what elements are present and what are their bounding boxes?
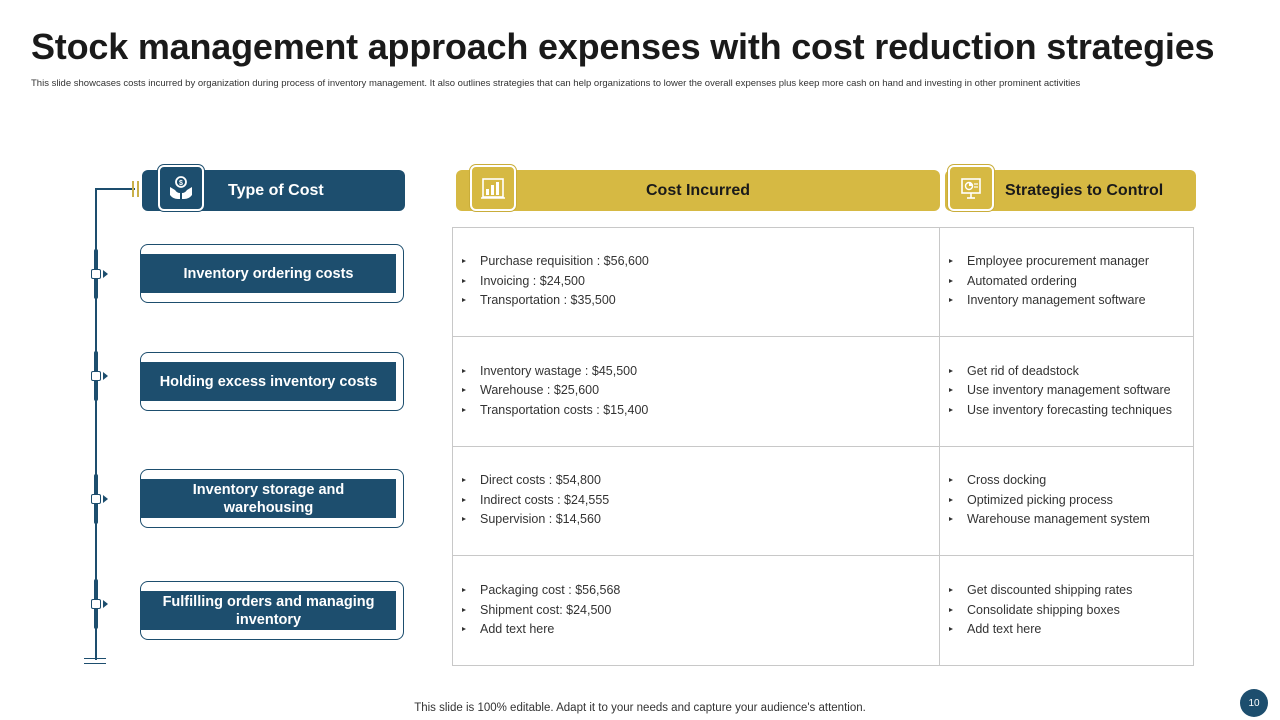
building-chart-icon [470, 165, 516, 211]
strategy-cell-4: Get discounted shipping rates Consolidat… [939, 555, 1194, 666]
row-type-1: Inventory ordering costs [140, 244, 404, 303]
cost-cell-3: Direct costs : $54,800 Indirect costs : … [452, 446, 939, 555]
strategy-cell-1: Employee procurement manager Automated o… [939, 227, 1194, 336]
row-type-label: Fulfilling orders and managing inventory [141, 591, 396, 630]
list-item: Packaging cost : $56,568 [452, 581, 620, 601]
cost-cell-4: Packaging cost : $56,568 Shipment cost: … [452, 555, 939, 666]
list-item: Add text here [939, 620, 1132, 640]
presentation-board-icon [948, 165, 994, 211]
list-item: Warehouse : $25,600 [452, 381, 648, 401]
strategy-cell-2: Get rid of deadstock Use inventory manag… [939, 336, 1179, 446]
footer-note: This slide is 100% editable. Adapt it to… [414, 702, 866, 714]
list-item: Transportation : $35,500 [452, 291, 649, 311]
list-item: Warehouse management system [939, 510, 1150, 530]
header-type-label: Type of Cost [228, 182, 324, 199]
row-type-2: Holding excess inventory costs [140, 352, 404, 411]
page-subtitle: This slide showcases costs incurred by o… [31, 78, 1081, 89]
cost-cell-1: Purchase requisition : $56,600 Invoicing… [452, 227, 939, 336]
list-item: Employee procurement manager [939, 252, 1149, 272]
header-strategies: Strategies to Control [945, 165, 1196, 211]
page-title: Stock management approach expenses with … [31, 26, 1215, 67]
list-item: Direct costs : $54,800 [452, 471, 609, 491]
row-type-3: Inventory storage and warehousing [140, 469, 404, 528]
list-item: Cross docking [939, 471, 1150, 491]
page-number-badge: 10 [1240, 689, 1268, 717]
list-item: Automated ordering [939, 272, 1149, 292]
list-item: Get discounted shipping rates [939, 581, 1132, 601]
list-item: Inventory management software [939, 291, 1149, 311]
row-type-4: Fulfilling orders and managing inventory [140, 581, 404, 640]
strategy-cell-3: Cross docking Optimized picking process … [939, 446, 1194, 555]
header-strategies-label: Strategies to Control [1005, 182, 1164, 199]
list-item: Use inventory forecasting techniques [939, 401, 1172, 421]
timeline-node-2 [91, 351, 136, 401]
list-item: Optimized picking process [939, 491, 1150, 511]
list-item: Consolidate shipping boxes [939, 601, 1132, 621]
list-item: Shipment cost: $24,500 [452, 601, 620, 621]
list-item: Use inventory management software [939, 381, 1172, 401]
svg-text:$: $ [179, 180, 183, 187]
list-item: Get rid of deadstock [939, 362, 1172, 382]
list-item: Invoicing : $24,500 [452, 272, 649, 292]
list-item: Purchase requisition : $56,600 [452, 252, 649, 272]
cost-cell-2: Inventory wastage : $45,500 Warehouse : … [452, 336, 939, 446]
timeline-base [84, 658, 106, 664]
timeline-cap [132, 181, 139, 197]
list-item: Inventory wastage : $45,500 [452, 362, 648, 382]
timeline-top-connector [95, 188, 135, 190]
row-type-label: Holding excess inventory costs [141, 362, 396, 401]
header-cost-label: Cost Incurred [645, 181, 750, 199]
list-item: Indirect costs : $24,555 [452, 491, 609, 511]
list-item: Add text here [452, 620, 620, 640]
list-item: Supervision : $14,560 [452, 510, 609, 530]
timeline-node-3 [91, 474, 136, 524]
header-type-of-cost: $ Type of Cost [142, 165, 405, 211]
list-item: Transportation costs : $15,400 [452, 401, 648, 421]
timeline-node-4 [91, 579, 136, 629]
row-type-label: Inventory storage and warehousing [141, 479, 396, 518]
header-cost-incurred: Cost Incurred [456, 165, 940, 211]
timeline-node-1 [91, 249, 136, 299]
row-type-label: Inventory ordering costs [141, 254, 396, 293]
hands-money-icon: $ [158, 165, 204, 211]
